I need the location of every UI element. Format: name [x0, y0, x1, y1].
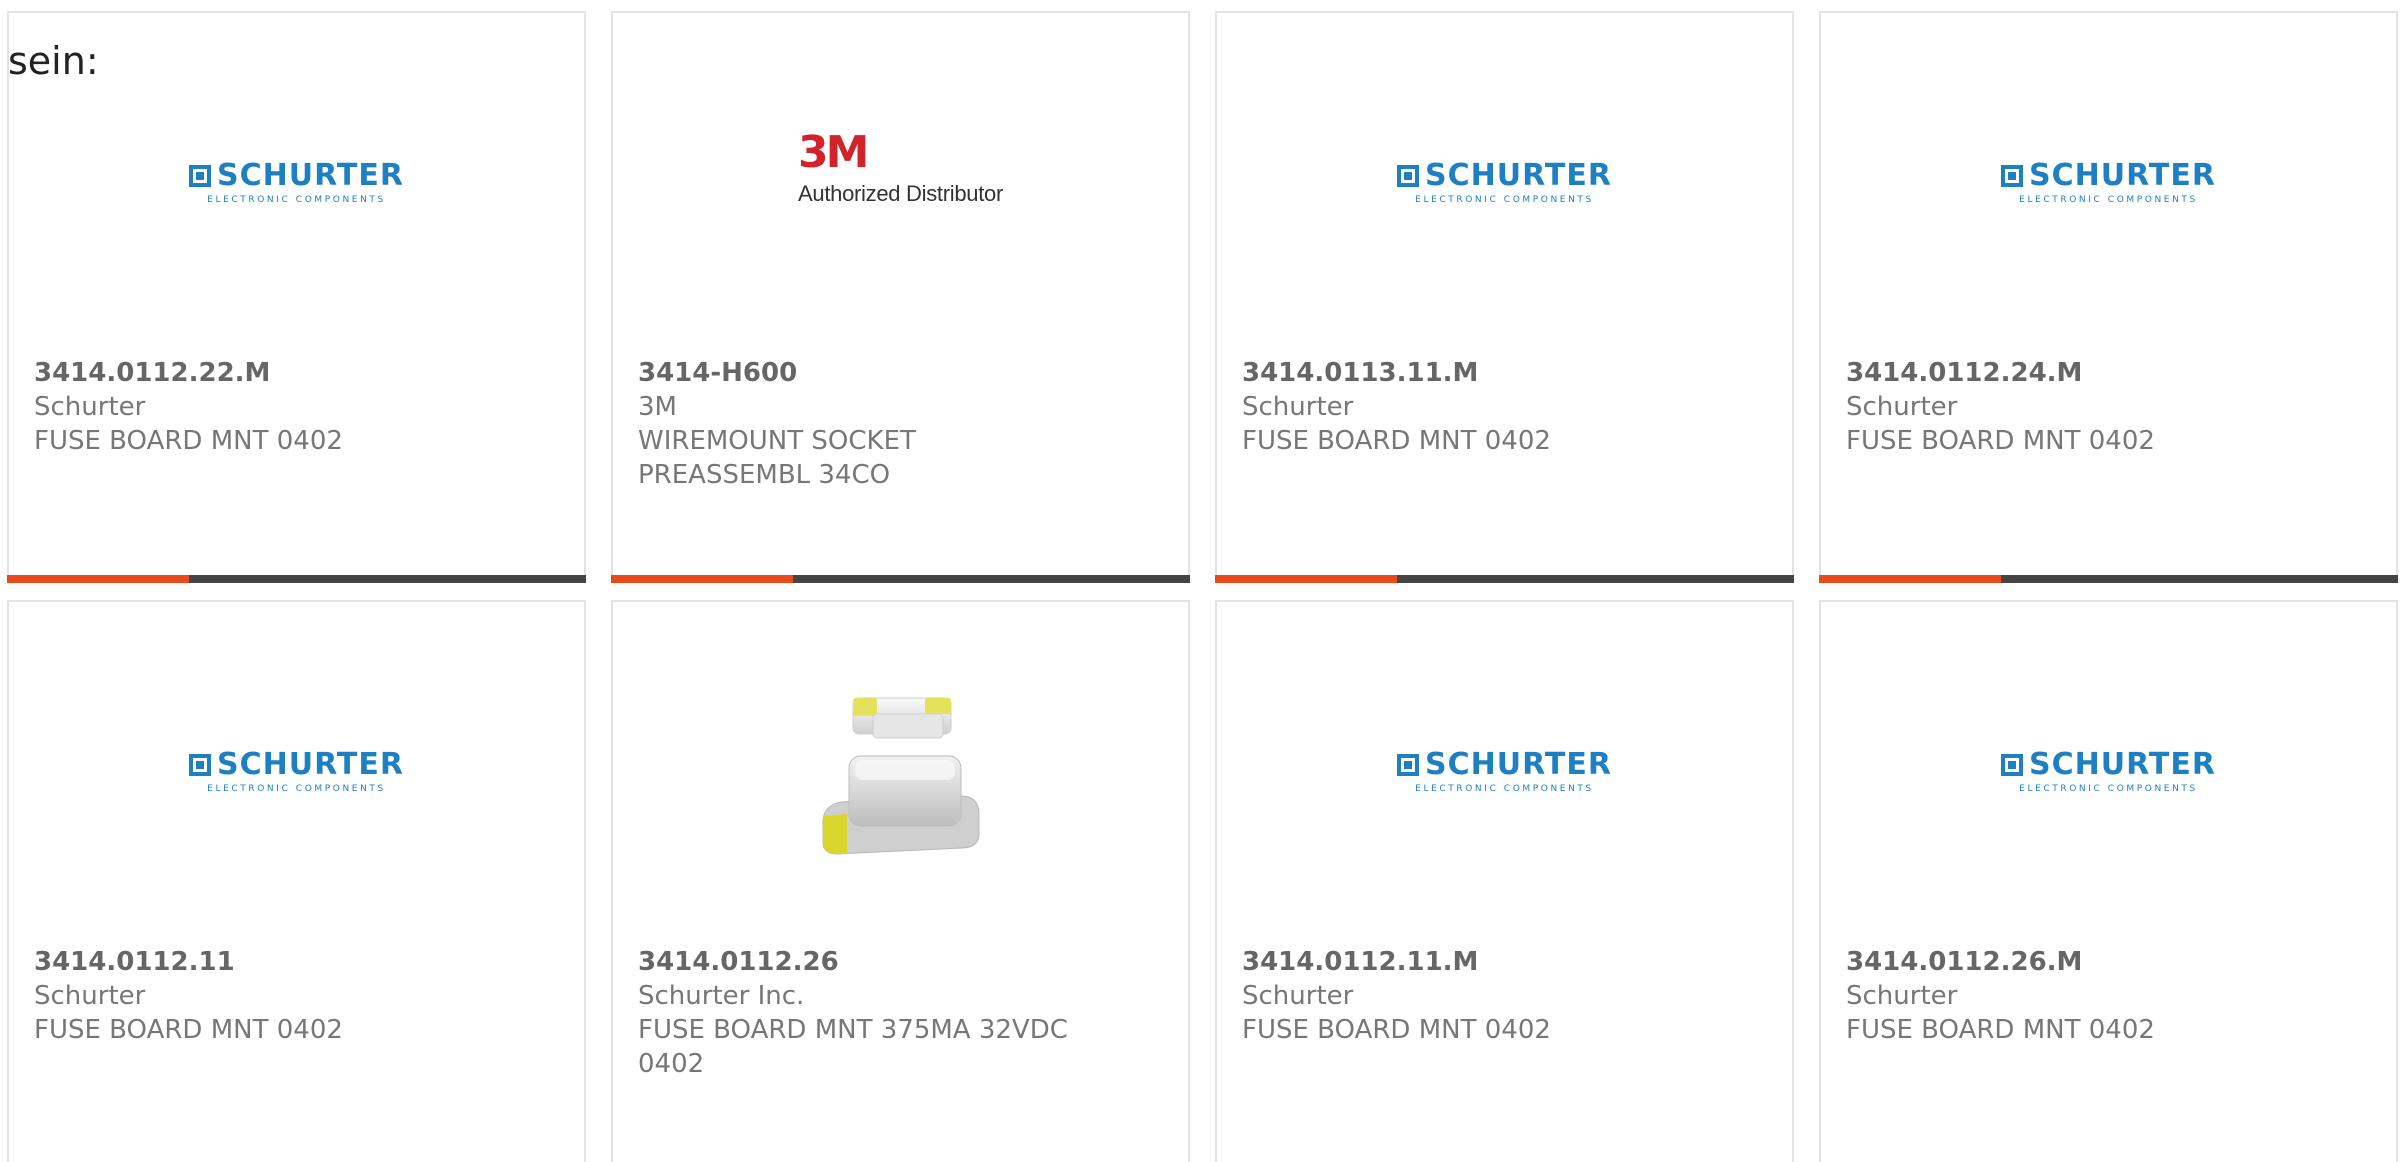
part-number[interactable]: 3414.0112.11.M	[1242, 945, 1767, 979]
schurter-mark-icon	[189, 753, 212, 776]
schurter-logo: SCHURTER ELECTRONIC COMPONENTS	[2001, 746, 2216, 794]
intro-text: sein:	[8, 39, 99, 83]
description: FUSE BOARD MNT 0402	[1242, 426, 1551, 456]
part-number[interactable]: 3414.0112.24.M	[1846, 356, 2371, 390]
product-image: 3M Authorized Distributor	[613, 79, 1188, 319]
schurter-logo: SCHURTER ELECTRONIC COMPONENTS	[1397, 157, 1612, 205]
description: FUSE BOARD MNT 0402	[1846, 1015, 2155, 1045]
schurter-mark-icon	[189, 164, 212, 187]
description: WIREMOUNT SOCKET PREASSEMBL 34CO	[638, 426, 916, 490]
schurter-logo-word: SCHURTER	[217, 746, 404, 782]
smd-fuse-icon	[821, 697, 979, 855]
schurter-logo: SCHURTER ELECTRONIC COMPONENTS	[189, 157, 404, 205]
schurter-logo-tagline: ELECTRONIC COMPONENTS	[2019, 194, 2198, 205]
product-image: SCHURTER ELECTRONIC COMPONENTS	[1217, 79, 1792, 319]
card-bottom-bar	[611, 575, 1190, 583]
card-bottom-bar	[1215, 575, 1794, 583]
product-image	[613, 668, 1188, 908]
product-grid-page: sein: SCHURTER ELECTRONIC COMPONENTS 341…	[0, 0, 2400, 1162]
card-accent	[611, 575, 793, 583]
card-accent	[1819, 575, 2001, 583]
schurter-mark-icon	[2001, 164, 2024, 187]
product-image: SCHURTER ELECTRONIC COMPONENTS	[1821, 79, 2396, 319]
schurter-mark-icon	[1397, 164, 1420, 187]
schurter-logo-tagline: ELECTRONIC COMPONENTS	[2019, 783, 2198, 794]
description: FUSE BOARD MNT 0402	[34, 426, 343, 456]
schurter-logo: SCHURTER ELECTRONIC COMPONENTS	[1397, 746, 1612, 794]
part-number[interactable]: 3414.0112.26.M	[1846, 945, 2371, 979]
description: FUSE BOARD MNT 0402	[1846, 426, 2155, 456]
schurter-logo-tagline: ELECTRONIC COMPONENTS	[1415, 194, 1594, 205]
product-card[interactable]: SCHURTER ELECTRONIC COMPONENTS 3414.0113…	[1215, 11, 1794, 583]
product-card[interactable]: SCHURTER ELECTRONIC COMPONENTS 3414.0112…	[1819, 11, 2398, 583]
schurter-mark-icon	[2001, 753, 2024, 776]
card-accent	[1215, 575, 1397, 583]
card-bottom-bar	[7, 575, 586, 583]
3m-logo-subtitle: Authorized Distributor	[798, 181, 1003, 206]
part-number[interactable]: 3414.0112.11	[34, 945, 559, 979]
part-number[interactable]: 3414-H600	[638, 356, 1163, 390]
product-image: SCHURTER ELECTRONIC COMPONENTS	[1217, 668, 1792, 908]
product-card[interactable]: SCHURTER ELECTRONIC COMPONENTS 3414.0112…	[7, 600, 586, 1162]
part-number[interactable]: 3414.0113.11.M	[1242, 356, 1767, 390]
schurter-logo-word: SCHURTER	[1425, 746, 1612, 782]
product-image: SCHURTER ELECTRONIC COMPONENTS	[9, 79, 584, 319]
schurter-logo-word: SCHURTER	[1425, 157, 1612, 193]
product-image: SCHURTER ELECTRONIC COMPONENTS	[1821, 668, 2396, 908]
product-card[interactable]: SCHURTER ELECTRONIC COMPONENTS 3414.0112…	[1819, 600, 2398, 1162]
schurter-mark-icon	[1397, 753, 1420, 776]
description: FUSE BOARD MNT 0402	[1242, 1015, 1551, 1045]
product-card[interactable]: 3414.0112.26 Schurter Inc. FUSE BOARD MN…	[611, 600, 1190, 1162]
manufacturer: Schurter	[34, 981, 146, 1011]
product-grid: SCHURTER ELECTRONIC COMPONENTS 3414.0112…	[7, 11, 2398, 1162]
schurter-logo-tagline: ELECTRONIC COMPONENTS	[207, 783, 386, 794]
schurter-logo: SCHURTER ELECTRONIC COMPONENTS	[189, 746, 404, 794]
schurter-logo-word: SCHURTER	[217, 157, 404, 193]
schurter-logo-tagline: ELECTRONIC COMPONENTS	[1415, 783, 1594, 794]
description: FUSE BOARD MNT 375MA 32VDC 0402	[638, 1015, 1068, 1079]
manufacturer: Schurter	[1846, 392, 1958, 422]
manufacturer: 3M	[638, 392, 677, 422]
3m-logo: 3M Authorized Distributor	[798, 131, 1003, 207]
product-card[interactable]: 3M Authorized Distributor 3414-H600 3M W…	[611, 11, 1190, 583]
schurter-logo-tagline: ELECTRONIC COMPONENTS	[207, 194, 386, 205]
description: FUSE BOARD MNT 0402	[34, 1015, 343, 1045]
product-card[interactable]: SCHURTER ELECTRONIC COMPONENTS 3414.0112…	[1215, 600, 1794, 1162]
product-card[interactable]: SCHURTER ELECTRONIC COMPONENTS 3414.0112…	[7, 11, 586, 583]
manufacturer: Schurter Inc.	[638, 981, 805, 1011]
manufacturer: Schurter	[1846, 981, 1958, 1011]
card-bottom-bar	[1819, 575, 2398, 583]
part-number[interactable]: 3414.0112.26	[638, 945, 1163, 979]
manufacturer: Schurter	[1242, 392, 1354, 422]
manufacturer: Schurter	[1242, 981, 1354, 1011]
3m-logo-mark: 3M	[798, 127, 869, 178]
card-accent	[7, 575, 189, 583]
product-image: SCHURTER ELECTRONIC COMPONENTS	[9, 668, 584, 908]
manufacturer: Schurter	[34, 392, 146, 422]
part-number[interactable]: 3414.0112.22.M	[34, 356, 559, 390]
schurter-logo-word: SCHURTER	[2029, 157, 2216, 193]
schurter-logo: SCHURTER ELECTRONIC COMPONENTS	[2001, 157, 2216, 205]
schurter-logo-word: SCHURTER	[2029, 746, 2216, 782]
